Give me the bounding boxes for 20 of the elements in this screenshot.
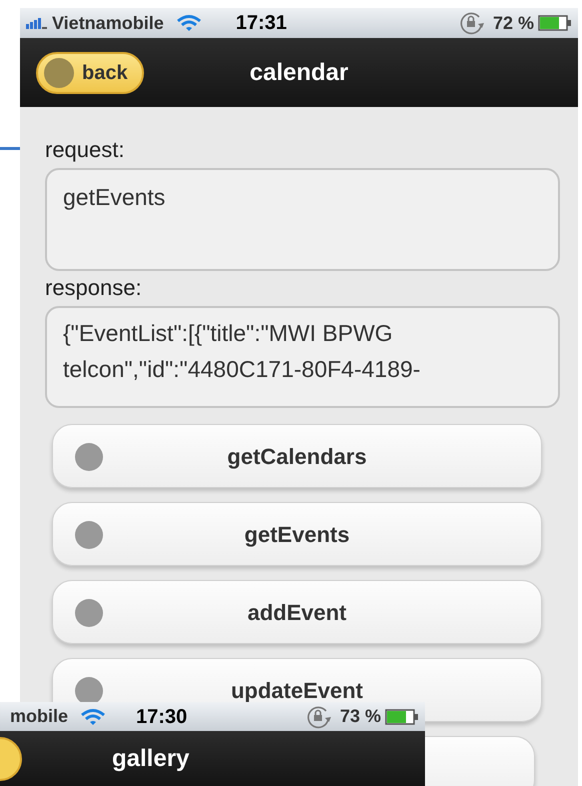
wifi-icon: [80, 708, 106, 726]
rotation-lock-icon: [306, 704, 332, 728]
signal-icon: [26, 17, 48, 29]
battery-icon: [538, 15, 572, 31]
status-time: 17:31: [236, 11, 287, 36]
response-field[interactable]: {"EventList":[{"title":"MWI BPWG telcon","id":"4480C171-80F4-4189-: [45, 306, 560, 408]
field-label: request:: [45, 136, 126, 164]
back-button[interactable]: back: [36, 52, 144, 94]
screen-title: gallery: [112, 744, 190, 774]
method-button[interactable]: getEvents: [52, 502, 542, 566]
field-label: response:: [45, 274, 143, 302]
wifi-icon: [176, 14, 202, 32]
method-button[interactable]: getCalendars: [52, 424, 542, 488]
battery-icon: [385, 708, 419, 724]
screen-title: calendar: [250, 58, 348, 86]
request-field[interactable]: getEvents: [45, 168, 560, 271]
battery-percent: 72 %: [492, 12, 534, 34]
rotation-lock-icon: [458, 11, 485, 35]
method-button[interactable]: addEvent: [52, 580, 542, 644]
carrier-name: Vietnamobile: [52, 12, 164, 34]
